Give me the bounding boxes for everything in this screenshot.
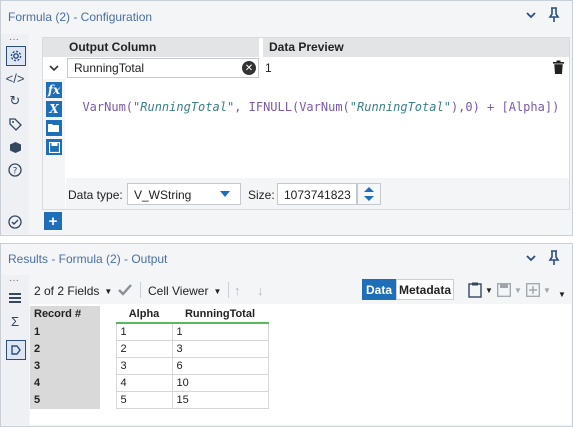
expression-fn1: VarNum(	[82, 100, 134, 114]
data-type-value: V_WString	[134, 188, 192, 202]
alpha-cell[interactable]: 2	[115, 340, 173, 358]
open-folder-icon[interactable]	[46, 120, 62, 136]
check-icon[interactable]	[117, 283, 133, 300]
more-dots-icon: ···	[9, 275, 19, 286]
gear-icon[interactable]	[6, 46, 26, 66]
chevron-down-icon[interactable]	[219, 188, 231, 202]
spacer	[100, 392, 116, 409]
variable-icon[interactable]: X	[46, 101, 62, 117]
list-icon[interactable]	[6, 289, 24, 307]
svg-text:?: ?	[13, 167, 18, 177]
code-icon[interactable]: </>	[6, 69, 25, 87]
sigma-icon[interactable]: Σ	[6, 312, 24, 330]
toolbar-divider	[140, 282, 141, 298]
chevron-down-icon[interactable]: ▼	[543, 286, 551, 295]
spacer	[100, 306, 116, 323]
overflow-icon[interactable]: ▼	[558, 290, 566, 299]
record-cell: 2	[30, 340, 100, 358]
alpha-cell[interactable]: 3	[115, 357, 173, 375]
running-total-cell[interactable]: 6	[171, 357, 269, 375]
size-label: Size:	[248, 188, 275, 202]
config-panel-title: Formula (2) - Configuration	[8, 10, 153, 24]
tag-icon[interactable]	[6, 115, 24, 133]
expression-str1: "RunningTotal"	[133, 100, 235, 114]
cell-viewer-dropdown[interactable]: Cell Viewer ▼	[148, 281, 221, 301]
expression-editor[interactable]: VarNum("RunningTotal", IFNULL(VarNum("Ru…	[68, 86, 566, 176]
fields-dropdown[interactable]: 2 of 2 Fields ▼	[34, 281, 112, 301]
expression-str2: "RunningTotal"	[349, 100, 451, 114]
data-type-label: Data type:	[68, 188, 123, 202]
size-value: 1073741823	[284, 188, 351, 202]
clear-icon[interactable]: ✕	[242, 61, 256, 75]
output-column-header: Output Column	[65, 38, 261, 57]
chevron-down-icon[interactable]: ▼	[514, 286, 522, 295]
running-total-header[interactable]: RunningTotal	[172, 306, 268, 324]
alpha-header[interactable]: Alpha	[116, 306, 172, 324]
add-column-icon[interactable]	[526, 283, 540, 300]
save-icon[interactable]	[497, 283, 511, 300]
expression-mid: , IFNULL(VarNum(	[234, 100, 350, 114]
tag-shape-icon[interactable]	[6, 340, 26, 360]
data-preview-value: 1	[265, 61, 272, 75]
output-column-input[interactable]: RunningTotal	[67, 58, 259, 78]
alpha-cell[interactable]: 4	[115, 374, 173, 392]
clipboard-icon[interactable]	[468, 282, 482, 301]
record-cell: 5	[30, 391, 100, 409]
tab-data[interactable]: Data	[362, 279, 396, 300]
chevron-down-icon: ▼	[104, 286, 113, 296]
refresh-icon[interactable]: ↻	[6, 92, 24, 110]
record-cell: 4	[30, 374, 100, 392]
arrow-down-icon[interactable]: ↓	[257, 283, 264, 298]
arrow-up-icon[interactable]: ↑	[234, 283, 241, 298]
chevron-down-icon: ▼	[213, 286, 222, 296]
table-row: 3 3 6	[30, 357, 269, 375]
chevron-down-icon[interactable]	[524, 251, 538, 268]
spacer	[100, 341, 116, 358]
table-row: 1 1 1	[30, 322, 269, 341]
add-formula-button[interactable]: +	[44, 212, 62, 230]
more-dots-icon: ···	[9, 34, 19, 45]
tab-metadata[interactable]: Metadata	[396, 279, 454, 300]
size-input[interactable]: 1073741823	[277, 183, 357, 205]
alpha-cell[interactable]: 5	[115, 391, 173, 409]
results-panel-title: Results - Formula (2) - Output	[8, 252, 168, 266]
results-table: Record # Alpha RunningTotal 1 1 1 2 2 3 …	[30, 306, 269, 409]
alpha-cell[interactable]: 1	[115, 322, 173, 341]
spacer	[100, 323, 116, 341]
cell-viewer-label: Cell Viewer	[148, 284, 209, 298]
table-header-row: Record # Alpha RunningTotal	[30, 306, 268, 324]
toolbar-divider	[228, 282, 229, 298]
record-cell: 3	[30, 357, 100, 375]
running-total-cell[interactable]: 3	[171, 340, 269, 358]
table-row: 4 4 10	[30, 374, 269, 392]
pin-icon[interactable]	[547, 250, 561, 269]
expression-end: ),0) + [Alpha])	[450, 100, 560, 114]
function-icon[interactable]: fx	[46, 82, 62, 98]
grid-header-corner	[43, 38, 65, 57]
running-total-cell[interactable]: 10	[171, 374, 269, 392]
help-icon[interactable]: ?	[6, 161, 24, 179]
running-total-cell[interactable]: 1	[171, 322, 269, 341]
spacer	[100, 358, 116, 375]
size-stepper[interactable]	[357, 183, 381, 205]
record-header: Record #	[30, 306, 100, 324]
data-preview-header: Data Preview	[263, 38, 569, 57]
fields-label: 2 of 2 Fields	[34, 284, 100, 298]
table-row: 2 2 3	[30, 340, 269, 358]
chevron-down-icon[interactable]	[524, 8, 538, 25]
cube-icon[interactable]	[6, 138, 24, 156]
record-cell: 1	[30, 323, 100, 341]
check-circle-icon[interactable]	[6, 213, 24, 231]
spacer	[100, 375, 116, 392]
save-icon[interactable]	[46, 139, 62, 155]
table-row: 5 5 15	[30, 391, 269, 409]
row-expand-chevron-icon[interactable]	[45, 59, 63, 77]
running-total-cell[interactable]: 15	[171, 391, 269, 409]
chevron-down-icon[interactable]: ▼	[485, 286, 493, 295]
trash-icon[interactable]	[552, 60, 565, 78]
output-column-value: RunningTotal	[74, 61, 145, 75]
pin-icon[interactable]	[547, 7, 561, 26]
